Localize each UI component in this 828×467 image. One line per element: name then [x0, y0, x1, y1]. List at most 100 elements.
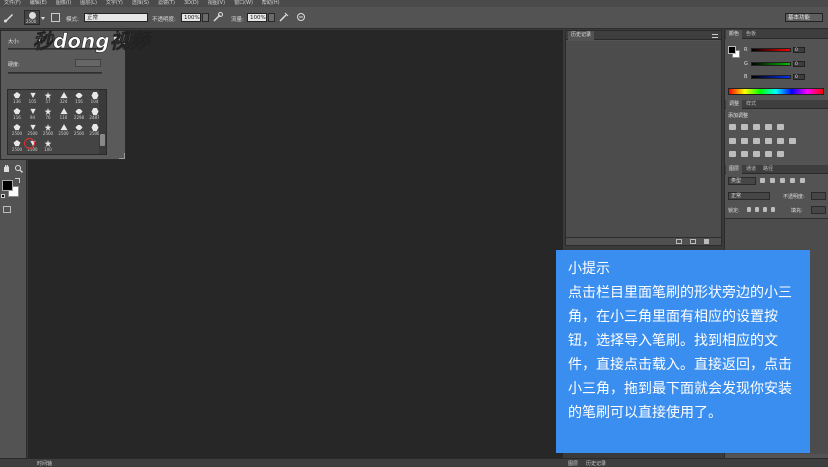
invert-icon[interactable]: [729, 151, 736, 157]
levels-icon[interactable]: [741, 124, 748, 130]
brush-panel-resize-grip[interactable]: [119, 153, 125, 159]
opacity-dropdown-icon[interactable]: [202, 13, 209, 22]
brightness-contrast-icon[interactable]: [729, 124, 736, 130]
tab-styles[interactable]: 样式: [743, 100, 759, 109]
menu-type[interactable]: 文字(Y): [106, 0, 123, 7]
brush-preset-item[interactable]: 2500: [10, 140, 24, 153]
color-lookup-icon[interactable]: [789, 138, 796, 144]
brush-preset-item[interactable]: 136: [10, 92, 24, 105]
brush-preset-item[interactable]: 156: [72, 92, 86, 105]
brush-picker-arrow-icon[interactable]: [41, 17, 45, 20]
lock-all-icon[interactable]: [771, 207, 775, 212]
brush-hardness-slider[interactable]: [8, 72, 102, 74]
tab-layers[interactable]: 图层: [726, 165, 743, 174]
brush-preset-item[interactable]: 324: [57, 92, 71, 105]
green-slider[interactable]: [751, 62, 791, 66]
default-colors-icon[interactable]: [1, 194, 5, 198]
layer-fill-field[interactable]: [811, 206, 826, 214]
brush-preset-item[interactable]: 2500: [41, 124, 55, 137]
tab-adjustments[interactable]: 调整: [726, 100, 743, 109]
menu-3d[interactable]: 3D(D): [184, 0, 199, 7]
green-value[interactable]: 0: [793, 61, 805, 67]
gradient-map-icon[interactable]: [765, 151, 772, 157]
brush-preset-item[interactable]: 116: [10, 108, 24, 121]
brush-preset-item[interactable]: 100: [41, 140, 55, 153]
menu-layer[interactable]: 图层(L): [80, 0, 97, 7]
brush-preset-item[interactable]: 76: [41, 108, 55, 121]
tab-history[interactable]: 历史记录: [568, 31, 595, 40]
brush-preset-item[interactable]: 2500: [26, 124, 40, 137]
workspace-select[interactable]: 基本功能: [785, 13, 823, 22]
mode-select[interactable]: 正常: [84, 13, 148, 22]
brush-preset-picker[interactable]: 2500: [24, 10, 40, 25]
hue-saturation-icon[interactable]: [729, 138, 736, 144]
filter-smart-object-icon[interactable]: [800, 178, 805, 183]
filter-pixel-icon[interactable]: [760, 178, 765, 183]
filter-shape-icon[interactable]: [790, 178, 795, 183]
foreground-color-swatch[interactable]: [2, 180, 13, 191]
airbrush-icon[interactable]: [279, 12, 289, 22]
flow-dropdown-icon[interactable]: [268, 13, 275, 22]
tab-color[interactable]: 颜色: [726, 30, 743, 39]
brush-preset-item[interactable]: 2298: [72, 108, 86, 121]
posterize-icon[interactable]: [741, 151, 748, 157]
brush-preset-item[interactable]: 116: [57, 108, 71, 121]
brush-preset-item[interactable]: 105: [26, 92, 40, 105]
lock-position-icon[interactable]: [763, 207, 767, 212]
lock-pixels-icon[interactable]: [747, 207, 751, 212]
menu-select[interactable]: 选择(S): [132, 0, 149, 7]
filter-adjustment-icon[interactable]: [770, 178, 775, 183]
menu-edit[interactable]: 编辑(E): [30, 0, 47, 7]
channel-mixer-icon[interactable]: [777, 138, 784, 144]
red-value[interactable]: 0: [793, 47, 805, 53]
brush-tool-icon[interactable]: [3, 11, 15, 23]
lock-image-icon[interactable]: [755, 207, 759, 212]
color-balance-icon[interactable]: [741, 138, 748, 144]
pressure-opacity-icon[interactable]: [213, 12, 223, 22]
menu-view[interactable]: 视图(V): [208, 0, 225, 7]
brush-preset-item[interactable]: 57: [41, 92, 55, 105]
photo-filter-icon[interactable]: [765, 138, 772, 144]
new-snapshot-icon[interactable]: [690, 239, 696, 244]
opacity-input[interactable]: 100%: [181, 13, 201, 22]
tab-channels[interactable]: 通道: [743, 165, 759, 174]
selective-color-icon[interactable]: [777, 151, 784, 157]
filter-type-icon[interactable]: [780, 178, 785, 183]
tab-paths[interactable]: 路径: [760, 165, 776, 174]
black-white-icon[interactable]: [753, 138, 760, 144]
tab-swatches[interactable]: 色板: [743, 30, 759, 39]
menu-window[interactable]: 窗口(W): [234, 0, 253, 7]
menu-filter[interactable]: 滤镜(T): [158, 0, 175, 7]
brush-preset-item[interactable]: 94: [26, 108, 40, 121]
menu-image[interactable]: 图像(I): [56, 0, 71, 7]
brush-preset-item[interactable]: 2500: [57, 124, 71, 137]
red-slider[interactable]: [751, 48, 791, 52]
quick-mask-icon[interactable]: [3, 206, 11, 213]
threshold-icon[interactable]: [753, 151, 760, 157]
menu-file[interactable]: 文件(F): [4, 0, 21, 7]
history-menu-icon[interactable]: [712, 34, 718, 38]
menu-help[interactable]: 帮助(H): [262, 0, 280, 7]
layer-kind-filter[interactable]: 类型: [728, 177, 756, 185]
brush-preset-item[interactable]: 2500: [72, 124, 86, 137]
pressure-size-icon[interactable]: [296, 12, 306, 22]
brush-panel-toggle-icon[interactable]: [51, 13, 60, 22]
zoom-tool-icon[interactable]: [14, 164, 23, 173]
layer-blend-mode[interactable]: 正常: [728, 192, 770, 200]
brush-hardness-field[interactable]: [75, 59, 101, 67]
brush-grid-scrollbar[interactable]: [99, 90, 106, 154]
layer-opacity-field[interactable]: [811, 192, 826, 200]
flow-input[interactable]: 100%: [247, 13, 267, 22]
vibrance-icon[interactable]: [777, 124, 784, 130]
delete-state-icon[interactable]: [704, 239, 709, 244]
blue-slider[interactable]: [751, 75, 791, 79]
spectrum-ramp[interactable]: [728, 88, 824, 95]
exposure-icon[interactable]: [765, 124, 772, 130]
hand-tool-icon[interactable]: [2, 164, 11, 173]
color-fg-swatch[interactable]: [728, 46, 736, 54]
brush-preset-item[interactable]: 2500: [10, 124, 24, 137]
swap-colors-icon[interactable]: [15, 178, 20, 183]
blue-value[interactable]: 0: [793, 74, 805, 80]
curves-icon[interactable]: [753, 124, 760, 130]
new-document-from-state-icon[interactable]: [676, 239, 682, 244]
